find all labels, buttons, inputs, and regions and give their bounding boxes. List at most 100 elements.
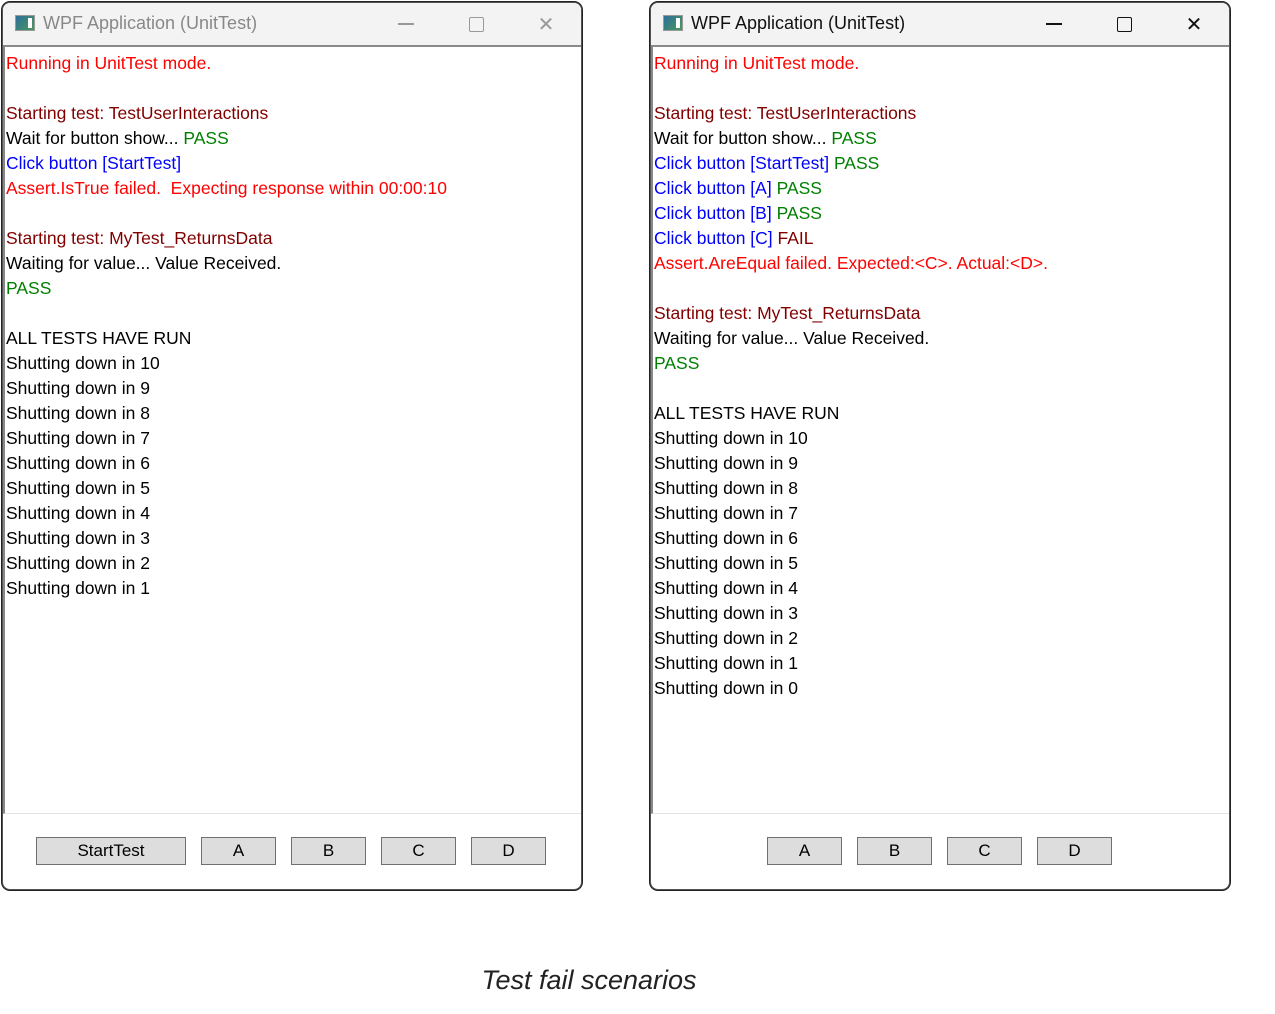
- log-line: Click button [C] FAIL: [653, 226, 1229, 251]
- log-segment: Shutting down in 3: [6, 528, 150, 548]
- log-segment: Shutting down in 3: [654, 603, 798, 623]
- log-line: Shutting down in 4: [5, 501, 581, 526]
- starttest-button[interactable]: StartTest: [36, 837, 186, 865]
- title-bar[interactable]: WPF Application (UnitTest) ✕: [651, 3, 1229, 47]
- log-line: Shutting down in 1: [653, 651, 1229, 676]
- log-line: Shutting down in 9: [653, 451, 1229, 476]
- log-segment: Shutting down in 7: [6, 428, 150, 448]
- window-title: WPF Application (UnitTest): [691, 13, 906, 33]
- b-button[interactable]: B: [291, 837, 366, 865]
- app-window: WPF Application (UnitTest) ✕ Running in Un…: [2, 2, 582, 890]
- a-button[interactable]: A: [201, 837, 276, 865]
- log-line: Shutting down in 10: [5, 351, 581, 376]
- app-icon: [15, 15, 35, 31]
- title-bar[interactable]: WPF Application (UnitTest) ✕: [3, 3, 581, 47]
- log-segment: Waiting for value... Value Received.: [6, 253, 282, 273]
- log-line: PASS: [653, 351, 1229, 376]
- log-segment: Assert.IsTrue failed. Expecting response…: [6, 178, 447, 198]
- log-segment: PASS: [654, 353, 700, 373]
- log-line: PASS: [5, 276, 581, 301]
- log-line: Starting test: TestUserInteractions: [653, 101, 1229, 126]
- log-segment: Wait for button show...: [6, 128, 184, 148]
- log-segment: Shutting down in 9: [6, 378, 150, 398]
- log-output: Running in UnitTest mode. Starting test:…: [3, 47, 581, 814]
- log-line: Shutting down in 7: [5, 426, 581, 451]
- log-segment: ALL TESTS HAVE RUN: [654, 403, 840, 423]
- log-segment: Shutting down in 5: [654, 553, 798, 573]
- close-button[interactable]: ✕: [1171, 9, 1217, 39]
- log-line: Running in UnitTest mode.: [653, 51, 1229, 76]
- log-segment: Shutting down in 6: [6, 453, 150, 473]
- log-line: Starting test: MyTest_ReturnsData: [653, 301, 1229, 326]
- log-line: Shutting down in 6: [653, 526, 1229, 551]
- maximize-button[interactable]: [1101, 9, 1147, 39]
- log-line: Wait for button show... PASS: [653, 126, 1229, 151]
- log-segment: Shutting down in 10: [654, 428, 808, 448]
- app-window: WPF Application (UnitTest) ✕ Running in Un…: [650, 2, 1230, 890]
- maximize-icon: [1116, 16, 1132, 32]
- log-segment: Shutting down in 10: [6, 353, 160, 373]
- log-segment: Click button [StartTest]: [654, 153, 834, 173]
- c-button[interactable]: C: [381, 837, 456, 865]
- figure-caption: Test fail scenarios: [481, 965, 697, 995]
- log-line: Waiting for value... Value Received.: [5, 251, 581, 276]
- log-line: Shutting down in 0: [653, 676, 1229, 701]
- log-line: Click button [StartTest]: [5, 151, 581, 176]
- log-segment: Shutting down in 6: [654, 528, 798, 548]
- log-line: Click button [StartTest] PASS: [653, 151, 1229, 176]
- log-segment: Running in UnitTest mode.: [654, 53, 860, 73]
- log-segment: Starting test: TestUserInteractions: [6, 103, 269, 123]
- log-line: Starting test: MyTest_ReturnsData: [5, 226, 581, 251]
- b-button[interactable]: B: [857, 837, 932, 865]
- d-button[interactable]: D: [471, 837, 546, 865]
- log-line: Wait for button show... PASS: [5, 126, 581, 151]
- maximize-button[interactable]: [453, 9, 499, 39]
- log-segment: Running in UnitTest mode.: [6, 53, 212, 73]
- app-icon: [663, 15, 683, 31]
- log-segment: PASS: [776, 178, 822, 198]
- log-segment: Click button [B]: [654, 203, 777, 223]
- close-icon: ✕: [537, 13, 555, 36]
- log-segment: Shutting down in 8: [654, 478, 798, 498]
- log-line: Shutting down in 9: [5, 376, 581, 401]
- log-line: Shutting down in 3: [5, 526, 581, 551]
- log-segment: Click button [A]: [654, 178, 777, 198]
- log-line: Shutting down in 4: [653, 576, 1229, 601]
- close-button[interactable]: ✕: [523, 9, 569, 39]
- log-segment: PASS: [831, 128, 877, 148]
- log-segment: ALL TESTS HAVE RUN: [6, 328, 192, 348]
- log-line: Assert.IsTrue failed. Expecting response…: [5, 176, 581, 201]
- log-line: Shutting down in 5: [653, 551, 1229, 576]
- c-button[interactable]: C: [947, 837, 1022, 865]
- log-segment: Shutting down in 5: [6, 478, 150, 498]
- log-segment: Shutting down in 1: [6, 578, 150, 598]
- log-line: Shutting down in 6: [5, 451, 581, 476]
- log-segment: Shutting down in 7: [654, 503, 798, 523]
- log-line: ALL TESTS HAVE RUN: [653, 401, 1229, 426]
- log-segment: PASS: [6, 278, 52, 298]
- log-segment: Shutting down in 8: [6, 403, 150, 423]
- close-icon: ✕: [1185, 13, 1203, 36]
- log-line: Shutting down in 7: [653, 501, 1229, 526]
- maximize-icon: [468, 16, 484, 32]
- minimize-icon: [398, 23, 414, 25]
- minimize-button[interactable]: [383, 9, 429, 39]
- log-line: Shutting down in 3: [653, 601, 1229, 626]
- log-line: Click button [B] PASS: [653, 201, 1229, 226]
- log-segment: Click button [C]: [654, 228, 778, 248]
- a-button[interactable]: A: [767, 837, 842, 865]
- log-line: Click button [A] PASS: [653, 176, 1229, 201]
- log-output: Running in UnitTest mode. Starting test:…: [651, 47, 1229, 814]
- log-segment: Shutting down in 4: [6, 503, 150, 523]
- log-segment: Shutting down in 2: [654, 628, 798, 648]
- log-segment: FAIL: [777, 228, 814, 248]
- minimize-button[interactable]: [1031, 9, 1077, 39]
- d-button[interactable]: D: [1037, 837, 1112, 865]
- log-line: Running in UnitTest mode.: [5, 51, 581, 76]
- log-segment: Assert.AreEqual failed. Expected:<C>. Ac…: [654, 253, 1048, 273]
- log-segment: Shutting down in 1: [654, 653, 798, 673]
